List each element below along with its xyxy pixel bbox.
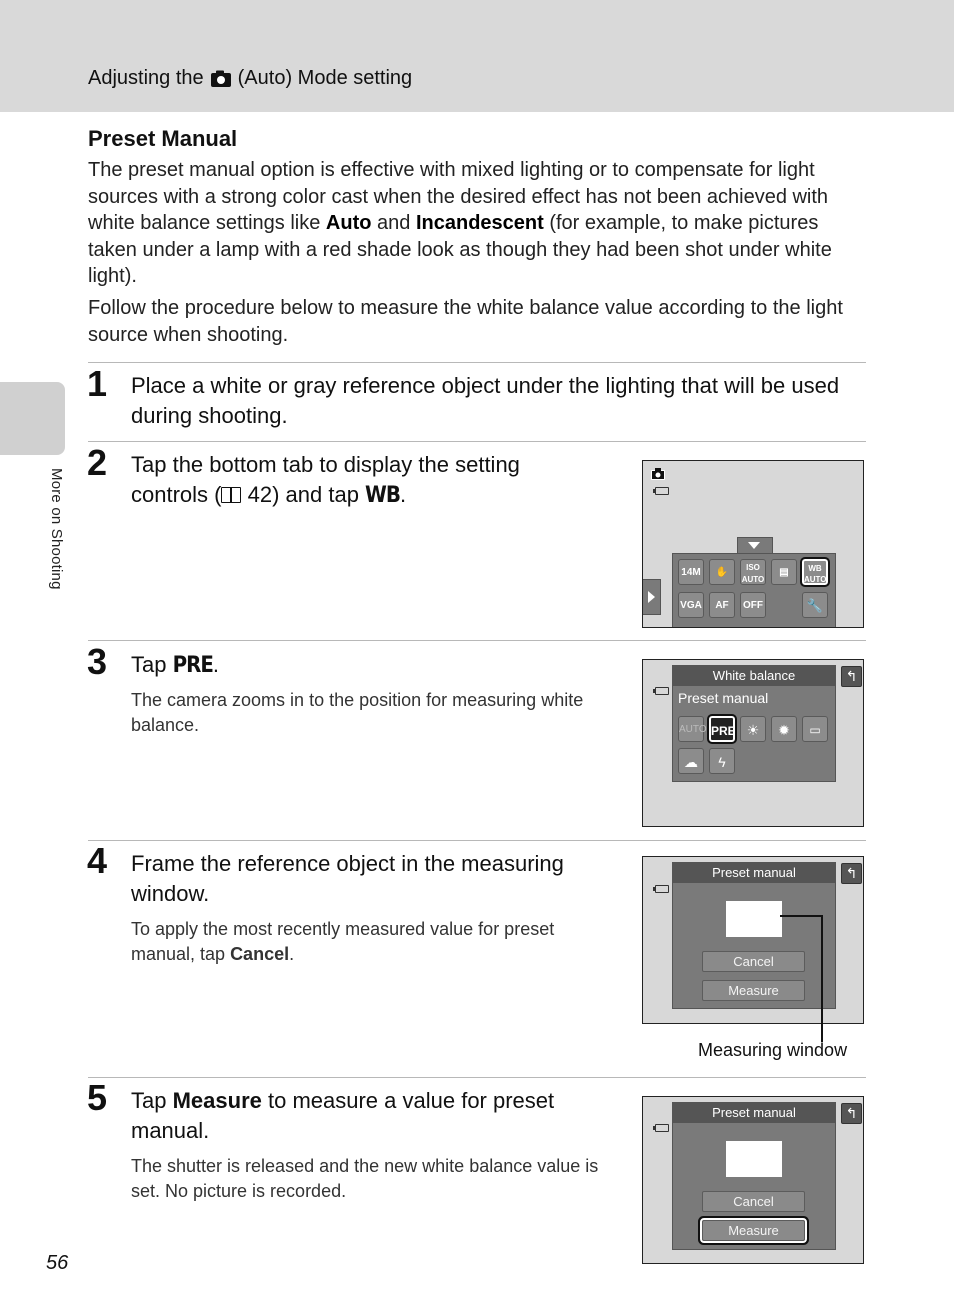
white-balance-panel: White balance Preset manual AUTO PRE ☀ ✹… [672,665,836,782]
setting-controls-panel: 14M ✋ ISO AUTO ▤ WB AUTO VGA AF OFF 🔧 [672,553,836,627]
step-number: 5 [87,1077,108,1118]
divider [88,441,866,442]
page-ref[interactable]: 42 [248,482,272,507]
term-cancel: Cancel [230,944,290,964]
chapter-label: More on Shooting [48,468,65,590]
battery-icon [653,885,669,893]
page-header: Adjusting the (Auto) Mode setting [0,0,954,112]
procedure-paragraph: Follow the procedure below to measure th… [88,297,843,346]
book-icon [221,487,242,503]
camera-screen-setting-controls: 14M ✋ ISO AUTO ▤ WB AUTO VGA AF OFF 🔧 [642,460,864,628]
wb-preset-button[interactable]: PRE [707,714,737,744]
wind-noise-button[interactable]: OFF [740,592,766,618]
term-auto: Auto [325,212,372,234]
wb-fluorescent-icon[interactable]: ▭ [802,716,828,742]
step-number: 3 [87,641,108,682]
wb-auto-button[interactable]: AUTO [678,716,707,742]
divider [88,840,866,841]
continuous-button[interactable]: ▤ [771,559,797,585]
camera-auto-icon [210,70,232,88]
camera-mode-icon [651,468,665,480]
measuring-window [726,1141,782,1177]
side-tab-button[interactable] [643,579,661,615]
step-title: Tap Measure to measure a value for prese… [131,1088,555,1143]
wb-daylight-icon[interactable]: ☀ [740,716,766,742]
intro-paragraph: The preset manual option is effective wi… [88,159,832,287]
movie-af-button[interactable]: AF [709,592,735,618]
image-mode-button[interactable]: 14M [678,559,704,585]
triangle-right-icon [648,591,655,603]
step-number: 2 [87,442,108,483]
iso-button[interactable]: ISO AUTO [740,559,766,585]
step-title: Tap PRE. [131,652,219,678]
section-title: Preset Manual [88,126,238,151]
callout-label: Measuring window [698,1040,848,1060]
battery-icon [653,1124,669,1132]
wb-cloudy-icon[interactable]: ☁ [678,748,704,774]
triangle-down-icon [748,542,760,549]
setup-wrench-icon[interactable]: 🔧 [802,592,828,618]
pre-glyph: PRE [172,653,214,678]
step-description: To apply the most recently measured valu… [131,919,555,964]
callout-leader-line [780,915,823,1042]
cancel-button[interactable]: Cancel [702,1191,805,1212]
step-title: Tap the bottom tab to display the settin… [131,452,520,508]
current-setting: Preset manual [678,690,769,706]
measuring-window [726,901,782,937]
divider [88,640,866,641]
running-title-prefix: Adjusting the [88,67,204,89]
wb-glyph: WB [365,483,401,508]
camera-screen-white-balance: White balance Preset manual AUTO PRE ☀ ✹… [642,659,864,827]
panel-header: Preset manual [673,1103,835,1123]
step-number: 1 [87,363,108,404]
camera-screen-preset-manual: Preset manual Cancel Measure ↰ [642,856,864,1024]
battery-icon [653,487,669,495]
step-description: The camera zooms in to the position for … [131,690,584,735]
wb-incandescent-icon[interactable]: ✹ [771,716,797,742]
divider [88,362,866,363]
page-number: 56 [46,1252,69,1274]
step-title: Place a white or gray reference object u… [131,373,840,428]
back-icon[interactable]: ↰ [841,863,862,884]
touch-shooting-button[interactable]: ✋ [709,559,735,585]
term-measure: Measure [172,1088,262,1113]
running-title: Adjusting the (Auto) Mode setting [88,67,412,90]
step-description: The shutter is released and the new whit… [131,1156,599,1201]
term-incandescent: Incandescent [415,212,544,234]
divider [88,1077,866,1078]
camera-screen-preset-manual-measure: Preset manual Cancel Measure ↰ [642,1096,864,1264]
wb-flash-icon[interactable]: ϟ [709,748,735,774]
movie-button[interactable]: VGA [678,592,704,618]
white-balance-button[interactable]: WB AUTO [800,557,830,587]
back-icon[interactable]: ↰ [841,1103,862,1124]
running-title-suffix: (Auto) Mode setting [237,67,413,89]
measure-button[interactable]: Measure [700,1218,807,1243]
step-title: Frame the reference object in the measur… [131,851,564,906]
back-icon[interactable]: ↰ [841,666,862,687]
battery-icon [653,687,669,695]
panel-header: White balance [673,666,835,686]
chapter-tab [0,382,65,455]
preset-manual-panel: Preset manual Cancel Measure [672,1102,836,1250]
panel-header: Preset manual [673,863,835,883]
step-number: 4 [87,840,108,881]
